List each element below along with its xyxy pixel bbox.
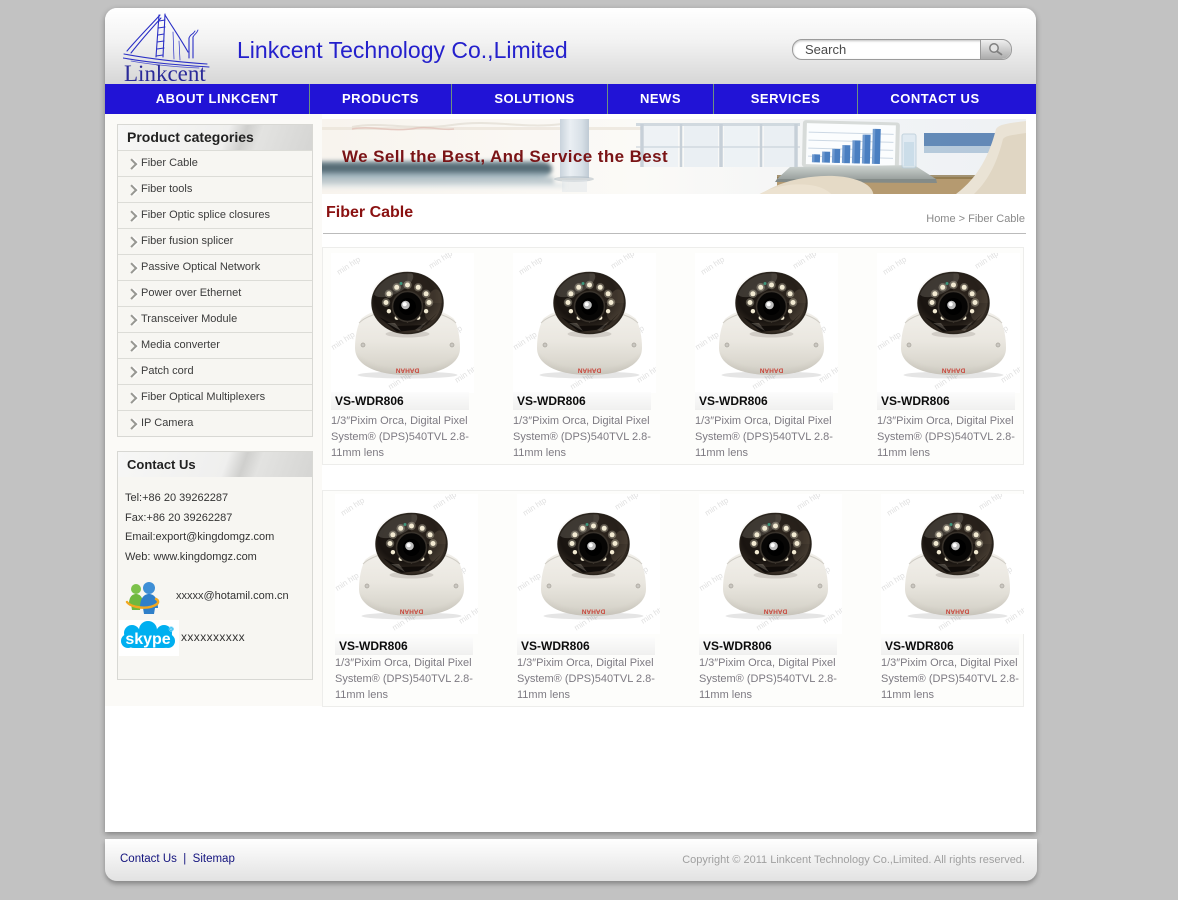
svg-text:We Sell the Best, And Service: We Sell the Best, And Service the Best xyxy=(342,147,668,166)
svg-text:®: ® xyxy=(169,627,174,634)
svg-text:skype: skype xyxy=(125,631,170,648)
svg-text:Linkcent: Linkcent xyxy=(124,61,206,84)
